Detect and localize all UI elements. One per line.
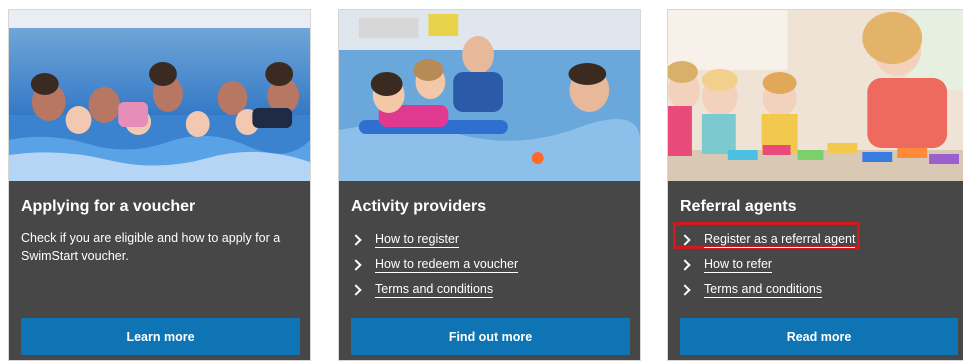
register-as-referral-agent-link[interactable]: Register as a referral agent <box>704 231 856 248</box>
list-item: Register as a referral agent <box>679 227 856 252</box>
card-photo-parents-babies-pool <box>9 10 310 181</box>
card-referral-agents: Referral agents Register as a referral a… <box>667 9 963 361</box>
find-out-more-button[interactable]: Find out more <box>351 318 630 355</box>
card-title: Referral agents <box>680 198 797 215</box>
card-description: Check if you are eligible and how to app… <box>21 231 281 263</box>
how-to-redeem-voucher-link[interactable]: How to redeem a voucher <box>375 256 519 273</box>
card-title: Activity providers <box>351 198 487 215</box>
list-item: How to register <box>350 227 518 252</box>
card-photo-swim-instructors <box>339 10 640 181</box>
chevron-right-icon <box>679 233 691 246</box>
chevron-right-icon <box>350 258 362 271</box>
chevron-right-icon <box>350 233 362 246</box>
link-list: How to register How to redeem a voucher … <box>350 227 519 302</box>
card-photo-children-playing <box>668 10 963 181</box>
list-item: How to redeem a voucher <box>350 252 519 277</box>
chevron-right-icon <box>679 258 691 271</box>
read-more-button[interactable]: Read more <box>680 318 958 355</box>
terms-and-conditions-link[interactable]: Terms and conditions <box>704 281 823 298</box>
list-item: Terms and conditions <box>350 277 518 302</box>
terms-and-conditions-link[interactable]: Terms and conditions <box>375 281 494 298</box>
link-list: Register as a referral agent How to refe… <box>679 227 856 302</box>
how-to-register-link[interactable]: How to register <box>375 231 460 248</box>
chevron-right-icon <box>679 283 691 296</box>
chevron-right-icon <box>350 283 362 296</box>
learn-more-button[interactable]: Learn more <box>21 318 300 355</box>
list-item: Terms and conditions <box>679 277 855 302</box>
card-title: Applying for a voucher <box>21 198 196 215</box>
photo-illustration <box>668 10 963 181</box>
card-activity-providers: Activity providers How to register How t… <box>338 9 641 361</box>
card-applying-for-voucher: Applying for a voucher Check if you are … <box>8 9 311 361</box>
list-item: How to refer <box>679 252 855 277</box>
photo-illustration <box>339 10 640 181</box>
photo-illustration <box>9 10 310 181</box>
how-to-refer-link[interactable]: How to refer <box>704 256 773 273</box>
